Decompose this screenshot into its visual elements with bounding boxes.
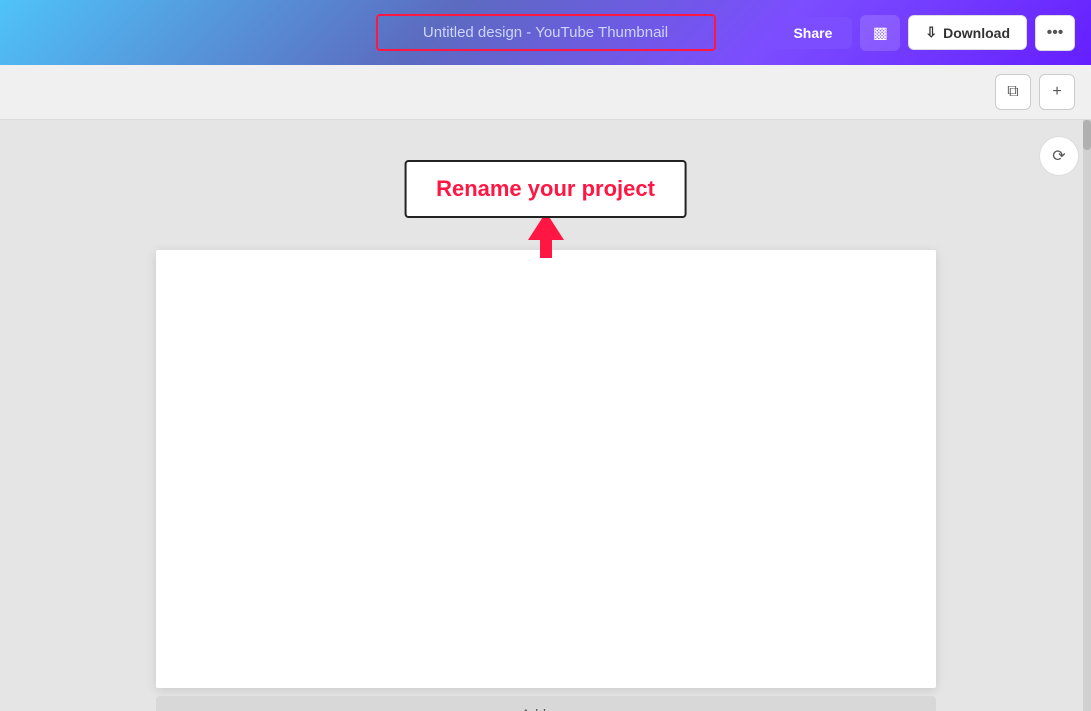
bar-chart-icon: ▩ [873,23,888,43]
project-title-input[interactable] [376,14,716,51]
add-page-button[interactable]: + [1039,74,1075,110]
more-options-button[interactable]: ••• [1035,15,1075,51]
scrollbar-thumb[interactable] [1083,120,1091,150]
download-icon: ⇩ [925,24,937,41]
stats-icon-button[interactable]: ▩ [860,15,900,51]
copy-page-button[interactable]: ⧉ [995,74,1031,110]
header-center [376,14,716,51]
refresh-button[interactable]: ⟳ [1039,136,1079,176]
share-button[interactable]: Share [773,17,852,49]
download-button[interactable]: ⇩ Download [908,15,1027,50]
rename-tooltip: Rename your project [404,160,687,218]
refresh-icon: ⟳ [1052,146,1065,166]
design-canvas[interactable] [156,250,936,688]
scrollbar-track[interactable] [1083,120,1091,711]
add-page-bar[interactable]: + Add page [156,696,936,711]
rename-tooltip-text: Rename your project [436,176,655,201]
header: Share ▩ ⇩ Download ••• [0,0,1091,65]
subheader: ⧉ + [0,65,1091,120]
main-area: ⟳ Rename your project + Add page [0,120,1091,711]
canvas-wrapper: Rename your project + Add page [156,250,936,711]
header-right: Share ▩ ⇩ Download ••• [773,15,1075,51]
copy-icon: ⧉ [1007,83,1018,101]
ellipsis-icon: ••• [1047,24,1064,42]
plus-icon: + [1052,83,1061,101]
arrow-up-icon [528,212,564,258]
